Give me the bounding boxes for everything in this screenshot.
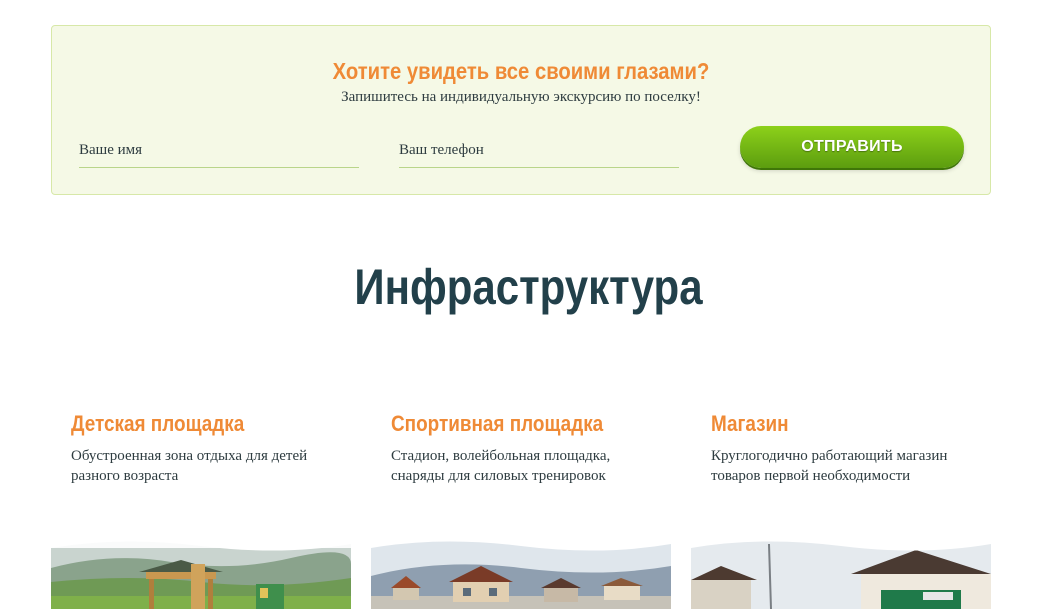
shop-photo: [691, 538, 991, 609]
page: Хотите увидеть все своими глазами? Запиш…: [0, 0, 1057, 609]
form-subtitle: Запишитесь на индивидуальную экскурсию п…: [341, 89, 701, 105]
name-field-wrapper: [79, 132, 359, 168]
card-title: Магазин: [711, 411, 789, 436]
infrastructure-heading: Инфраструктура: [354, 259, 703, 315]
card-title: Спортивная площадка: [391, 411, 604, 436]
phone-input[interactable]: [399, 132, 679, 167]
card-title: Детская площадка: [71, 411, 245, 436]
playground-photo: [51, 538, 351, 609]
name-input[interactable]: [79, 132, 359, 167]
card-shop: Магазин Круглогодично работающий магазин…: [691, 405, 991, 609]
phone-field-wrapper: [399, 132, 679, 168]
sports-ground-photo: [371, 538, 671, 609]
card-description: Круглогодично работающий магазин товаров…: [711, 448, 948, 484]
card-description: Стадион, волейбольная площадка, снаряды …: [391, 448, 611, 484]
card-sports-ground: Спортивная площадка Стадион, волейбольна…: [371, 405, 671, 609]
card-description: Обустроенная зона отдыха для детей разно…: [71, 448, 308, 484]
excursion-request-form: Хотите увидеть все своими глазами? Запиш…: [51, 25, 991, 195]
submit-button[interactable]: ОТПРАВИТЬ: [740, 126, 964, 168]
form-title: Хотите увидеть все своими глазами?: [332, 58, 710, 84]
card-playground: Детская площадка Обустроенная зона отдых…: [51, 405, 351, 609]
